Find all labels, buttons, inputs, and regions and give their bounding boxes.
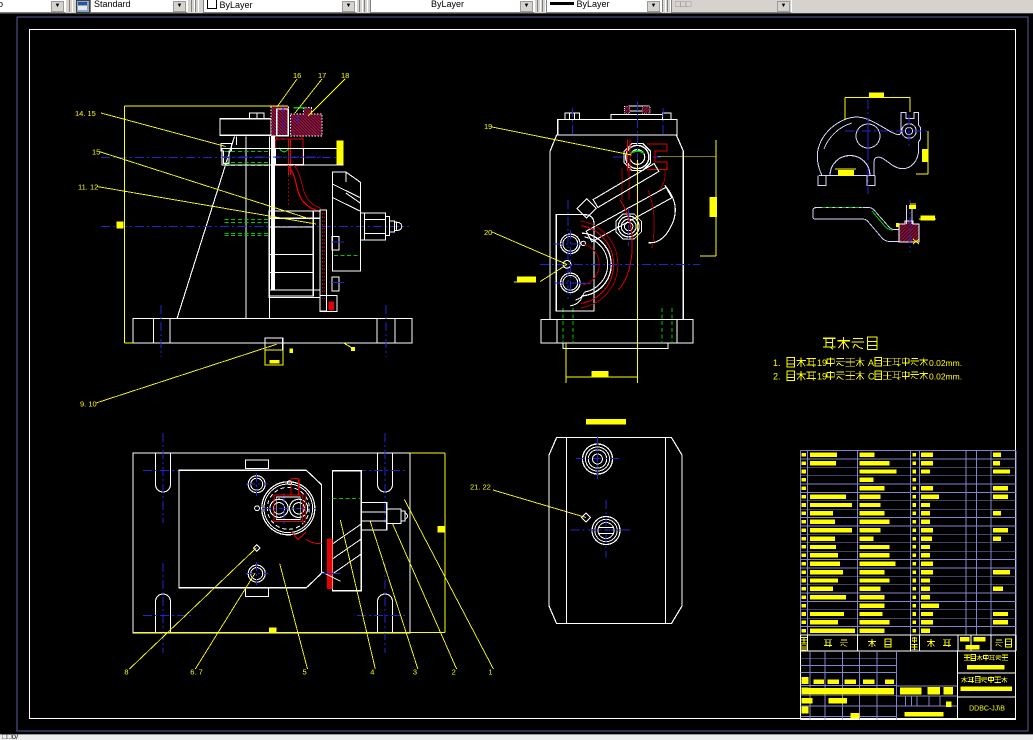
svg-text:19: 19 [817, 358, 827, 368]
svg-text:3: 3 [413, 668, 417, 677]
svg-text:9. 10: 9. 10 [80, 400, 97, 409]
svg-text:20: 20 [484, 228, 492, 237]
svg-text:19: 19 [817, 372, 827, 382]
svg-text:0.02mm.: 0.02mm. [929, 372, 962, 382]
svg-text:2.: 2. [773, 372, 781, 382]
svg-text:A: A [868, 358, 874, 368]
svg-text:5: 5 [303, 668, 307, 677]
svg-text:8: 8 [124, 668, 128, 677]
svg-text:2: 2 [452, 668, 456, 677]
svg-text:0.02mm.: 0.02mm. [929, 358, 962, 368]
svg-text:11. 12: 11. 12 [78, 183, 98, 192]
svg-text:21. 22: 21. 22 [470, 483, 491, 492]
svg-text:19: 19 [484, 122, 492, 131]
svg-text:14. 15: 14. 15 [75, 109, 96, 118]
svg-text:4: 4 [370, 668, 374, 677]
svg-text:C: C [868, 372, 875, 382]
svg-text:18: 18 [341, 71, 349, 80]
svg-text:16: 16 [293, 71, 301, 80]
svg-text:DDBC-JJ\B: DDBC-JJ\B [969, 706, 1005, 713]
svg-text:6. 7: 6. 7 [190, 668, 203, 677]
svg-text:1.: 1. [773, 358, 781, 368]
svg-text:1: 1 [488, 668, 492, 677]
svg-text:17: 17 [318, 71, 326, 80]
